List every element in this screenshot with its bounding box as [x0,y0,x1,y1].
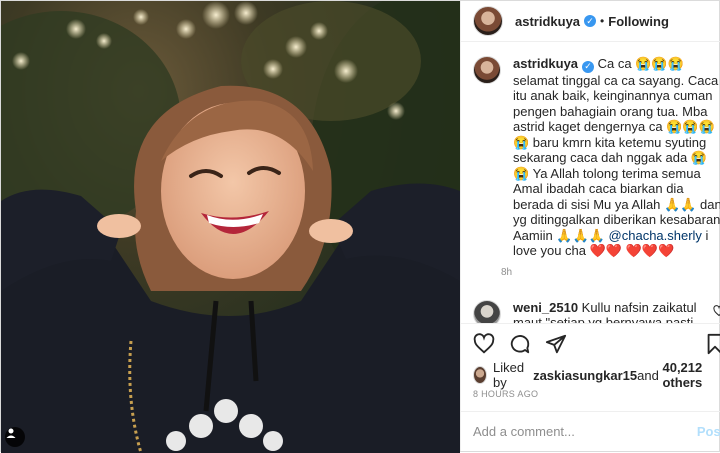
following-button[interactable]: Following [608,14,669,29]
likes-summary: Liked by zaskiasungkar15 and 40,212 othe… [461,360,720,390]
verified-badge-icon: ✓ [584,15,597,27]
comment-item: weni_2510 Kullu nafsin zaikatul maut "se… [473,299,720,323]
heart-icon[interactable] [473,332,495,355]
post-photo[interactable] [1,1,460,453]
share-icon[interactable] [545,333,567,355]
caption-body: Ca ca 😭😭😭 selamat tinggal ca ca sayang. … [513,56,720,243]
caption-text: astridkuya ✓ Ca ca 😭😭😭 selamat tinggal ca… [513,56,720,259]
comment-username[interactable]: weni_2510 [513,300,578,315]
separator-dot: • [600,14,605,28]
action-bar [461,323,720,363]
comments-section: astridkuya ✓ Ca ca 😭😭😭 selamat tinggal ca… [461,42,720,323]
post-timestamp[interactable]: 8 HOURS AGO [461,387,720,411]
liker-avatar[interactable] [473,366,488,384]
add-comment-input[interactable]: Add a comment... [473,424,697,439]
likes-count[interactable]: 40,212 others [662,360,720,390]
likes-middle: and [637,367,659,383]
caption-age[interactable]: 8h [501,267,720,278]
avatar[interactable] [473,6,503,36]
caption-username[interactable]: astridkuya [513,56,578,71]
user-tag-icon[interactable] [5,427,25,447]
header-username[interactable]: astridkuya [515,14,580,29]
photo-illustration [1,1,460,453]
comment-text: weni_2510 Kullu nafsin zaikatul maut "se… [513,300,698,323]
post-side-panel: astridkuya ✓ • Following astridkuya ✓ Ca … [460,1,720,451]
caption: astridkuya ✓ Ca ca 😭😭😭 selamat tinggal ca… [473,56,720,278]
add-comment-bar: Add a comment... Post [461,411,720,451]
instagram-post: astridkuya ✓ • Following astridkuya ✓ Ca … [0,0,720,453]
likes-prefix: Liked by [493,360,525,390]
post-comment-button[interactable]: Post [697,424,720,439]
bookmark-icon[interactable] [705,333,720,355]
verified-badge-icon: ✓ [582,60,595,73]
comment-like-heart-icon[interactable] [713,304,720,323]
liker-username[interactable]: zaskiasungkar15 [533,368,637,383]
comment-icon[interactable] [509,333,531,355]
mention-link[interactable]: @chacha.sherly [609,228,702,243]
commenter-avatar[interactable] [473,299,501,323]
post-header: astridkuya ✓ • Following [461,1,720,42]
caption-avatar[interactable] [473,56,501,84]
